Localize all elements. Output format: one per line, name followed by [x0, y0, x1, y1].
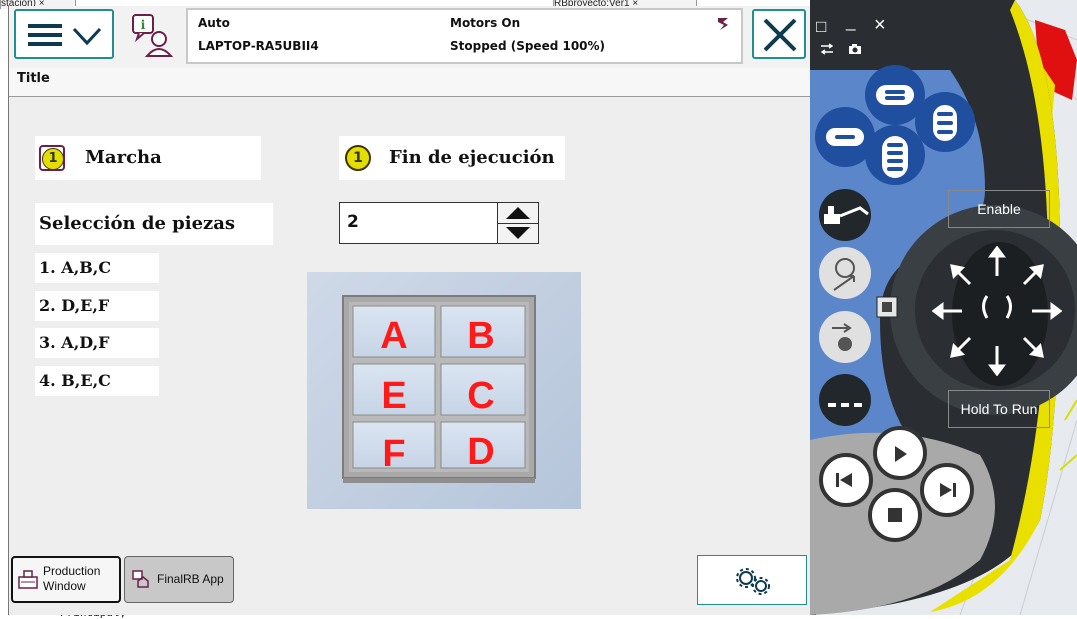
device-minimize-icon[interactable]: _: [846, 12, 855, 32]
motors-state: Motors On: [450, 16, 521, 30]
swap-icon[interactable]: [820, 42, 834, 60]
usb-port-icon: [876, 296, 898, 323]
option-label: 4. B,E,C: [39, 371, 111, 390]
main-menu-button[interactable]: [14, 9, 114, 59]
flexpendant-device: □ _ × Enable Hold To Run: [810, 0, 1077, 615]
hard-button-right[interactable]: [932, 104, 958, 147]
piece-selection-value: 2: [347, 212, 359, 232]
indicator-frame: 1: [39, 145, 65, 171]
option-label: 1. A,B,C: [39, 258, 112, 277]
hold-to-run-button[interactable]: Hold To Run: [948, 390, 1050, 428]
arrow-up-icon: [506, 207, 530, 219]
camera-icon[interactable]: [848, 42, 862, 60]
decrement-button[interactable]: [498, 223, 538, 243]
shelf-letter: E: [381, 375, 406, 417]
indicator-marcha: 1 Marcha: [35, 136, 261, 180]
top-bar: i Auto LAPTOP-RA5UBII4 Motors On Stopped…: [9, 6, 810, 68]
device-maximize-icon[interactable]: □: [816, 17, 826, 37]
piece-selection-input[interactable]: 2: [339, 202, 539, 244]
finalrb-app-label: FinalRB App: [157, 572, 224, 586]
mechanical-unit-icon[interactable]: [820, 200, 872, 235]
shelf-letter: B: [467, 315, 494, 357]
app-icon: [131, 569, 151, 592]
indicator-fin-ejecucion: 1 Fin de ejecución: [339, 136, 565, 180]
production-window-icon: [17, 568, 39, 593]
operating-mode: Auto: [198, 16, 230, 30]
operator-info-icon[interactable]: i: [129, 12, 177, 60]
indicator-lamp-marcha: 1: [42, 148, 64, 170]
numeric-spinner[interactable]: [497, 203, 538, 243]
hard-button-bottom[interactable]: [881, 135, 909, 184]
device-close-icon[interactable]: ×: [874, 14, 886, 37]
flexpendant-window: i Auto LAPTOP-RA5UBII4 Motors On Stopped…: [8, 6, 811, 615]
programmable-button-icon[interactable]: [828, 396, 862, 414]
task-bar: Production Window FinalRB App: [9, 554, 810, 615]
arrow-down-icon: [506, 227, 530, 239]
speed-icon: [716, 16, 730, 35]
svg-text:i: i: [141, 18, 146, 32]
program-state: Stopped (Speed 100%): [450, 39, 606, 53]
shelf-letter: A: [380, 315, 407, 357]
indicator-lamp-fin: 1: [345, 145, 371, 171]
increment-button[interactable]: [498, 203, 538, 224]
close-button[interactable]: [752, 9, 806, 59]
selection-label-box: Selección de piezas: [35, 203, 273, 245]
shelf-letter: F: [382, 433, 405, 475]
background-left-edge: [0, 9, 8, 615]
shelf-image: A B E C F D: [307, 272, 581, 509]
view-title-bar: Title: [9, 68, 810, 97]
step-backward-icon[interactable]: [834, 470, 856, 495]
hamburger-chevron-icon: [26, 20, 106, 55]
hard-button-top[interactable]: [874, 84, 916, 111]
option-label: 3. A,D,F: [39, 333, 110, 352]
stop-icon[interactable]: [886, 506, 904, 529]
hard-button-left[interactable]: [825, 127, 865, 152]
status-box[interactable]: Auto LAPTOP-RA5UBII4 Motors On Stopped (…: [186, 8, 743, 64]
production-window-label: Production Window: [43, 564, 101, 593]
shelf-letter: D: [467, 431, 494, 473]
joystick[interactable]: [931, 245, 1063, 381]
selection-label: Selección de piezas: [39, 213, 236, 234]
increment-mode-icon[interactable]: [824, 320, 866, 361]
enable-button[interactable]: Enable: [948, 190, 1050, 228]
gears-icon: [732, 566, 774, 601]
motion-mode-icon[interactable]: [824, 254, 866, 299]
indicator-label-fin: Fin de ejecución: [389, 147, 555, 168]
step-forward-icon[interactable]: [936, 480, 958, 505]
option-1: 1. A,B,C: [35, 253, 159, 283]
production-window-button[interactable]: Production Window: [11, 556, 121, 603]
controller-name: LAPTOP-RA5UBII4: [198, 39, 319, 53]
indicator-label-marcha: Marcha: [85, 147, 162, 168]
option-label: 2. D,E,F: [39, 296, 110, 315]
option-4: 4. B,E,C: [35, 366, 159, 396]
quickset-button[interactable]: [697, 555, 807, 605]
option-2: 2. D,E,F: [35, 291, 159, 321]
close-x-icon: [762, 17, 798, 58]
finalrb-app-button[interactable]: FinalRB App: [124, 556, 234, 603]
view-title: Title: [17, 71, 50, 86]
shelf-letter: C: [467, 375, 494, 417]
option-3: 3. A,D,F: [35, 328, 159, 358]
play-icon[interactable]: [890, 444, 910, 469]
